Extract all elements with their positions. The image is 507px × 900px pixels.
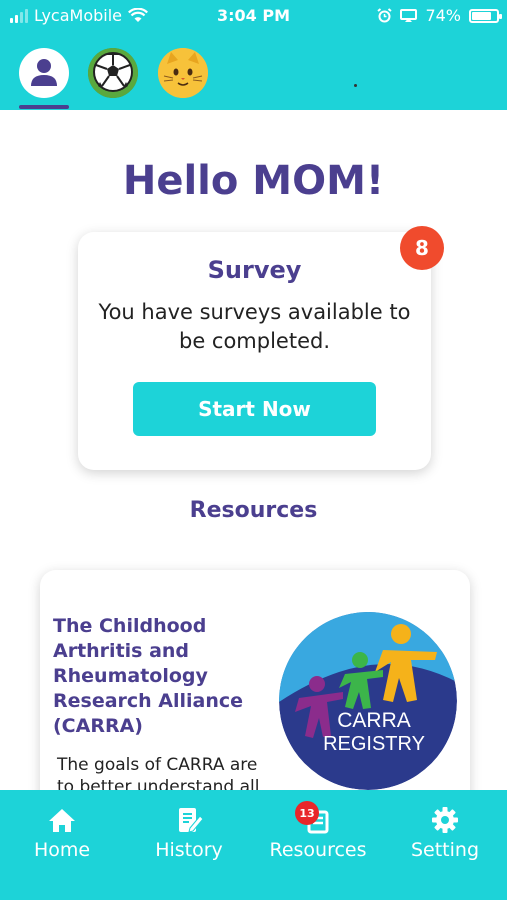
user-avatar-icon [23, 52, 65, 94]
nav-resources[interactable]: 13 Resources [258, 790, 378, 900]
active-profile-indicator [19, 105, 69, 109]
battery-icon [469, 8, 502, 23]
survey-title: Survey [207, 256, 302, 284]
survey-count-badge: 8 [400, 226, 444, 270]
history-icon [179, 808, 203, 833]
resources-count-badge: 13 [295, 801, 319, 825]
profile-tab-cat[interactable] [158, 48, 208, 98]
battery-fill [472, 11, 492, 20]
start-now-button[interactable]: Start Now [133, 382, 376, 436]
profile-tab-user[interactable] [19, 48, 69, 98]
home-icon [49, 809, 75, 832]
status-right: 74% [377, 6, 502, 25]
soccer-ball-avatar-icon [88, 48, 138, 98]
nav-setting[interactable]: Setting [400, 790, 490, 900]
cat-avatar-icon [158, 48, 208, 98]
screen-mirror-icon [400, 8, 418, 22]
survey-text: You have surveys available to be complet… [98, 300, 411, 353]
survey-card: Survey You have surveys available to be … [78, 232, 431, 470]
alarm-icon [377, 8, 393, 23]
logo-text-registry: REGISTRY [323, 733, 425, 755]
resource-card-title: The Childhood Arthritis and Rheumatology… [53, 615, 244, 737]
resources-heading: Resources [189, 498, 318, 523]
nav-history-label: History [155, 839, 223, 861]
carra-registry-logo: CARRA REGISTRY [279, 612, 457, 790]
battery-percent: 74% [425, 6, 461, 25]
decorative-dot [354, 84, 357, 87]
nav-setting-label: Setting [410, 839, 480, 861]
nav-home[interactable]: Home [22, 790, 102, 900]
header-area: LycaMobile 3:04 PM 74% [0, 0, 507, 110]
nav-resources-label: Resources [269, 839, 367, 861]
bottom-nav: Home History 13 Resources Setting [0, 790, 507, 900]
logo-text-carra: CARRA [337, 709, 411, 732]
nav-home-label: Home [33, 839, 91, 861]
profile-tab-soccer[interactable] [88, 48, 138, 98]
nav-history[interactable]: History [144, 790, 234, 900]
gear-icon [432, 807, 458, 833]
status-bar: LycaMobile 3:04 PM 74% [0, 0, 507, 34]
profile-tabs [0, 48, 507, 110]
greeting-title: Hello MOM! [122, 158, 385, 204]
